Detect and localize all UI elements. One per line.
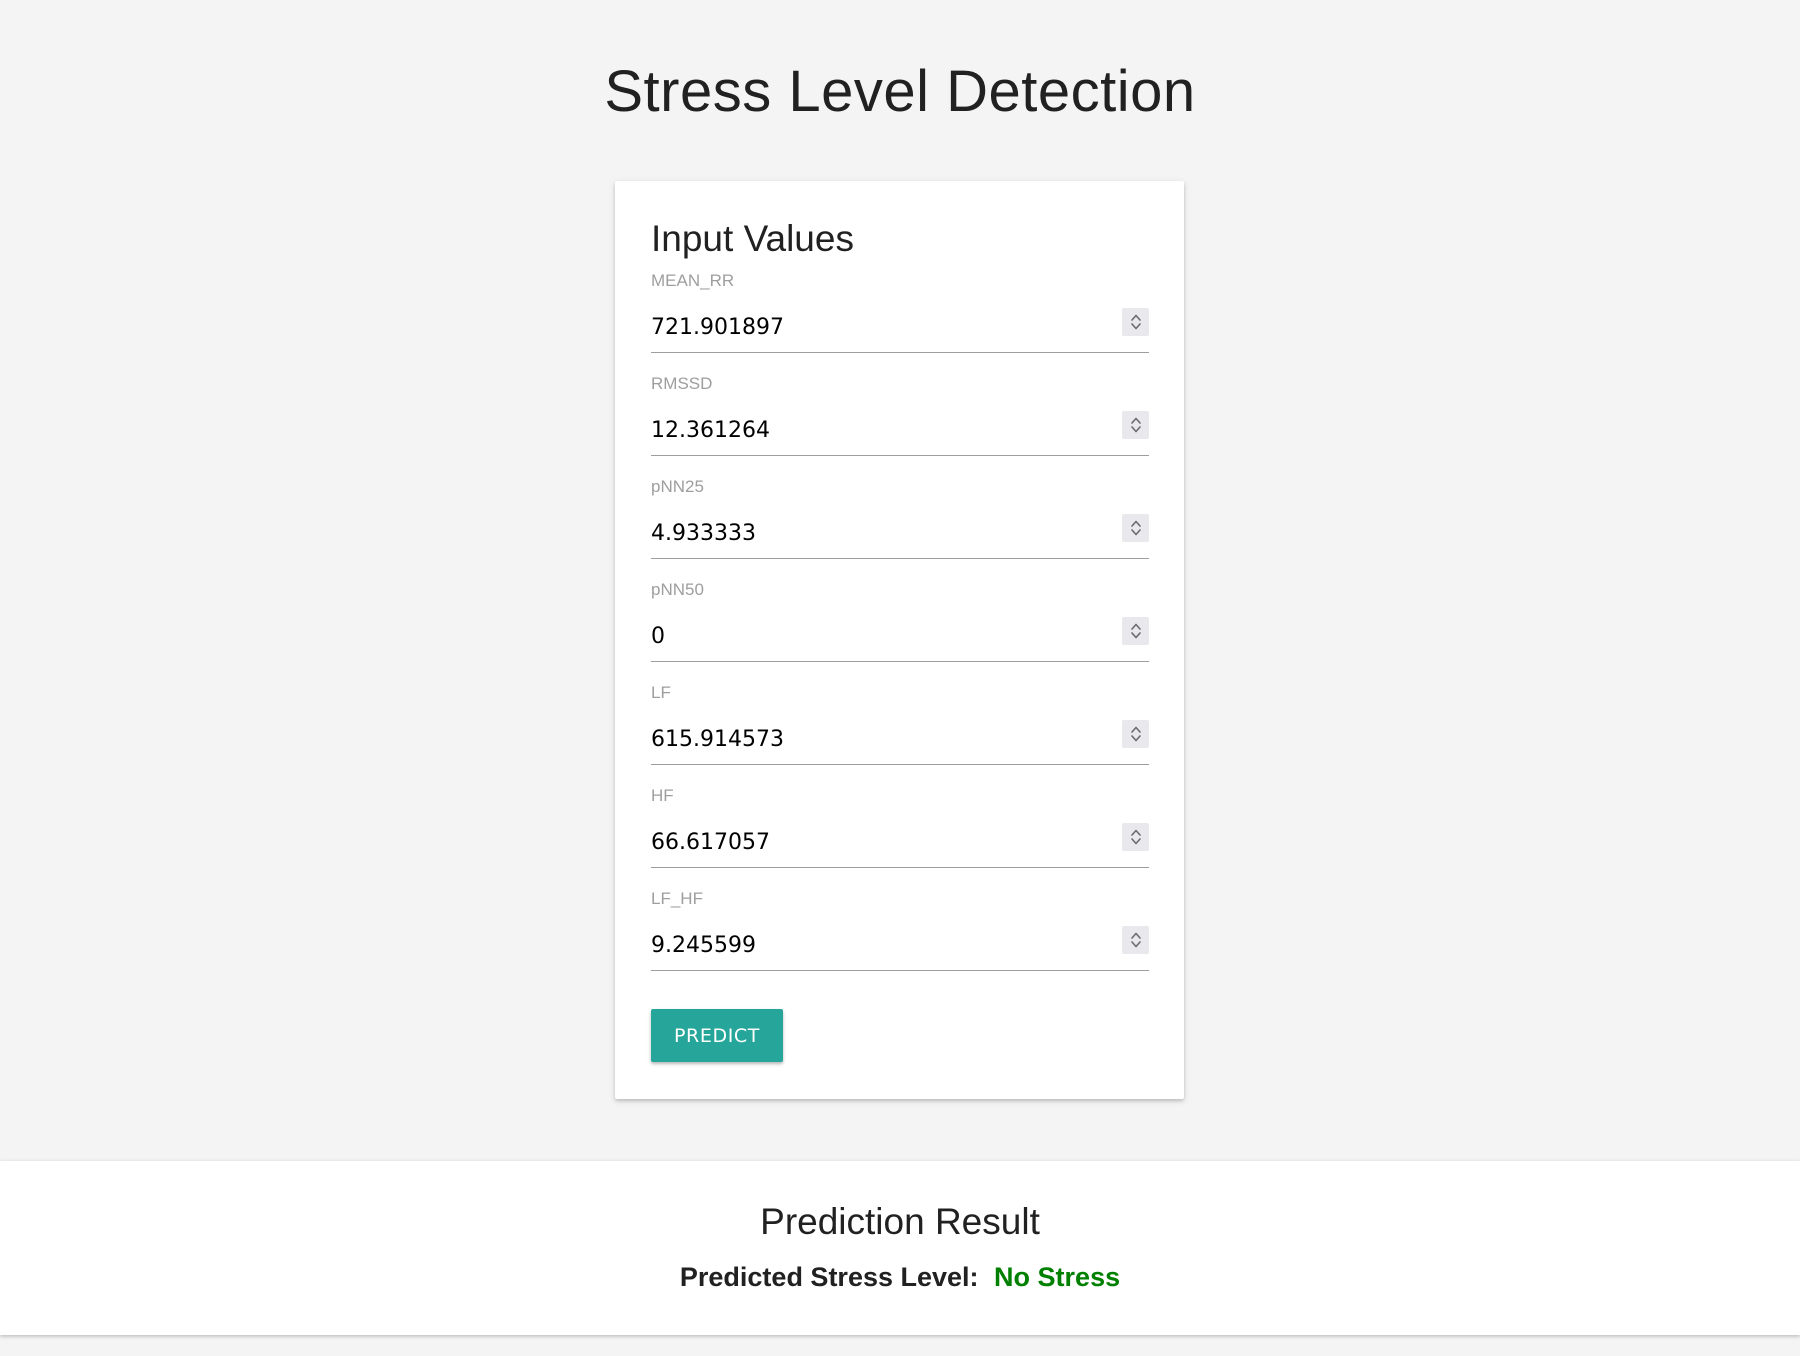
card-title: Input Values <box>651 218 854 259</box>
chevron-up-down-icon <box>1130 829 1141 845</box>
number-spinner[interactable] <box>1122 823 1149 851</box>
input-card: Input Values MEAN_RR RMSSD pNN25 pNN50 L… <box>615 181 1184 1099</box>
field-lf: LF <box>651 683 1149 786</box>
lf-hf-input[interactable] <box>651 921 1149 971</box>
number-spinner[interactable] <box>1122 720 1149 748</box>
field-lf-hf: LF_HF <box>651 889 1149 992</box>
field-mean-rr: MEAN_RR <box>651 271 1149 374</box>
field-label: RMSSD <box>651 374 713 393</box>
result-panel: Prediction Result Predicted Stress Level… <box>0 1161 1800 1335</box>
result-title: Prediction Result <box>760 1201 1040 1242</box>
chevron-up-down-icon <box>1130 417 1141 433</box>
field-label: MEAN_RR <box>651 271 735 290</box>
predict-button[interactable]: PREDICT <box>651 1009 783 1062</box>
pnn25-input[interactable] <box>651 509 1149 559</box>
number-spinner[interactable] <box>1122 617 1149 645</box>
field-label: HF <box>651 786 674 805</box>
pnn50-input[interactable] <box>651 612 1149 662</box>
lf-input[interactable] <box>651 715 1149 765</box>
field-label: LF <box>651 683 671 702</box>
chevron-up-down-icon <box>1130 623 1141 639</box>
field-label: LF_HF <box>651 889 703 908</box>
number-spinner[interactable] <box>1122 926 1149 954</box>
mean-rr-input[interactable] <box>651 303 1149 353</box>
chevron-up-down-icon <box>1130 314 1141 330</box>
result-line: Predicted Stress Level: No Stress <box>0 1262 1800 1293</box>
field-pnn25: pNN25 <box>651 477 1149 580</box>
rmssd-input[interactable] <box>651 406 1149 456</box>
result-label: Predicted Stress Level: <box>679 1262 979 1292</box>
field-label: pNN50 <box>651 580 704 599</box>
number-spinner[interactable] <box>1122 308 1149 336</box>
field-label: pNN25 <box>651 477 704 496</box>
number-spinner[interactable] <box>1122 514 1149 542</box>
chevron-up-down-icon <box>1130 932 1141 948</box>
chevron-up-down-icon <box>1130 726 1141 742</box>
field-hf: HF <box>651 786 1149 889</box>
field-pnn50: pNN50 <box>651 580 1149 683</box>
field-rmssd: RMSSD <box>651 374 1149 477</box>
number-spinner[interactable] <box>1122 411 1149 439</box>
result-value: No Stress <box>994 1262 1121 1292</box>
chevron-up-down-icon <box>1130 520 1141 536</box>
hf-input[interactable] <box>651 818 1149 868</box>
page-title: Stress Level Detection <box>604 59 1196 124</box>
